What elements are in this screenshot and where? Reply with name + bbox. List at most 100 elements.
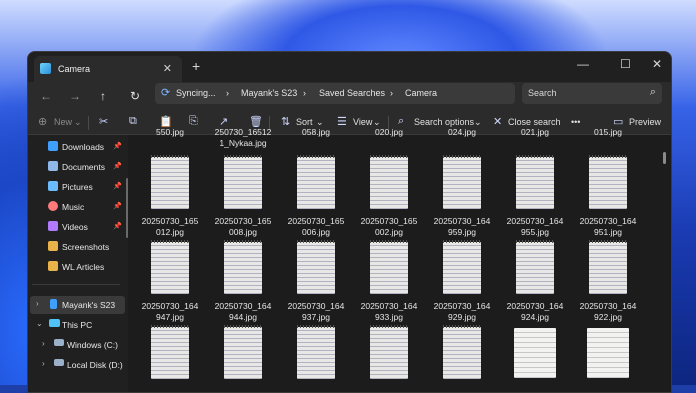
image-thumbnail[interactable] xyxy=(587,240,629,296)
file-name: 20250730_164 933.jpg xyxy=(360,301,418,322)
folder-icon xyxy=(48,241,58,251)
chevron-down-icon: ⌄ xyxy=(74,117,82,127)
close-search-button[interactable]: Close search xyxy=(508,117,561,127)
tab-title: Camera xyxy=(58,64,91,74)
image-thumbnail[interactable] xyxy=(587,155,629,211)
new-button[interactable]: New xyxy=(54,117,72,127)
sidebar-item-label: This PC xyxy=(62,320,93,330)
image-thumbnail[interactable] xyxy=(441,240,483,296)
back-button[interactable]: ← xyxy=(40,89,52,103)
image-thumbnail[interactable] xyxy=(514,155,556,211)
spiral-binding xyxy=(297,325,335,328)
notebook-page-image xyxy=(516,242,554,294)
notebook-page-image xyxy=(224,327,262,379)
notebook-page-image xyxy=(589,157,627,209)
sidebar-item-pictures[interactable]: Pictures 📌 xyxy=(28,178,126,196)
file-name: 021.jpg xyxy=(521,127,549,137)
sidebar-item-downloads[interactable]: Downloads 📌 xyxy=(28,138,126,156)
search-options-button[interactable]: Search options xyxy=(414,117,474,127)
close-tab-icon[interactable]: ✕ xyxy=(163,62,172,75)
image-thumbnail[interactable] xyxy=(368,240,410,296)
notebook-page-image xyxy=(151,157,189,209)
search-box[interactable]: Search ⌕ xyxy=(522,83,662,104)
notebook-page-image xyxy=(151,327,189,379)
chevron-right-icon[interactable]: › xyxy=(42,339,45,348)
new-tab-button[interactable]: + xyxy=(192,58,200,74)
spiral-binding xyxy=(370,325,408,328)
image-thumbnail[interactable] xyxy=(149,325,191,381)
notebook-page-image xyxy=(514,328,556,378)
breadcrumb-separator: › xyxy=(226,88,229,98)
image-thumbnail[interactable] xyxy=(587,325,629,381)
new-plus-icon: ⊕ xyxy=(38,116,48,128)
search-input[interactable]: Search xyxy=(528,88,557,98)
sort-button[interactable]: Sort xyxy=(296,117,313,127)
file-name: 20250730_164 951.jpg xyxy=(579,216,637,237)
image-thumbnail[interactable] xyxy=(514,240,556,296)
sidebar-item-wl-articles[interactable]: WL Articles xyxy=(28,258,126,276)
image-thumbnail[interactable] xyxy=(222,240,264,296)
image-thumbnail[interactable] xyxy=(514,325,556,381)
notebook-page-image xyxy=(297,327,335,379)
sidebar-item-windows-c[interactable]: › Windows (C:) xyxy=(28,336,126,354)
image-thumbnail[interactable] xyxy=(295,325,337,381)
up-button[interactable]: ↑ xyxy=(100,89,106,103)
computer-icon xyxy=(49,319,60,327)
sidebar-item-screenshots[interactable]: Screenshots xyxy=(28,238,126,256)
cut-icon[interactable]: ✂ xyxy=(99,115,108,128)
image-thumbnail[interactable] xyxy=(222,155,264,211)
sidebar-item-mayanks-s23[interactable]: › Mayank's S23 xyxy=(30,296,125,314)
file-name: 20250730_164 944.jpg xyxy=(214,301,272,322)
image-thumbnail[interactable] xyxy=(149,240,191,296)
file-name: 20250730_164 955.jpg xyxy=(506,216,564,237)
file-name: 015.jpg xyxy=(594,127,622,137)
image-thumbnail[interactable] xyxy=(149,155,191,211)
preview-button[interactable]: Preview xyxy=(629,117,661,127)
sidebar-item-this-pc[interactable]: ⌄ This PC xyxy=(28,316,126,334)
view-button[interactable]: View xyxy=(353,117,372,127)
breadcrumb-saved-searches[interactable]: Saved Searches xyxy=(319,88,385,98)
sidebar-item-local-disk-d[interactable]: › Local Disk (D:) xyxy=(28,356,126,374)
notebook-page-image xyxy=(370,157,408,209)
maximize-button[interactable]: ☐ xyxy=(620,57,631,71)
sidebar-item-videos[interactable]: Videos 📌 xyxy=(28,218,126,236)
minimize-button[interactable]: — xyxy=(577,57,589,71)
chevron-down-icon[interactable]: ⌄ xyxy=(36,319,43,328)
file-name: 20250730_164 937.jpg xyxy=(287,301,345,322)
image-thumbnail[interactable] xyxy=(295,155,337,211)
breadcrumb-separator: › xyxy=(390,88,393,98)
more-options-button[interactable]: ••• xyxy=(571,117,580,127)
spiral-binding xyxy=(151,325,189,328)
close-window-button[interactable]: ✕ xyxy=(652,57,662,71)
refresh-button[interactable]: ↻ xyxy=(130,89,140,103)
address-bar[interactable]: ⟳ Syncing... › Mayank's S23 › Saved Sear… xyxy=(155,83,515,104)
image-thumbnail[interactable] xyxy=(295,240,337,296)
image-thumbnail[interactable] xyxy=(441,155,483,211)
sidebar-scrollbar[interactable] xyxy=(126,178,128,238)
image-thumbnail[interactable] xyxy=(368,155,410,211)
breadcrumb-device[interactable]: Mayank's S23 xyxy=(241,88,297,98)
copy-icon[interactable]: ⧉ xyxy=(129,115,137,128)
file-name: 20250730_165 008.jpg xyxy=(214,216,272,237)
command-bar: ⊕ New ⌄ ✂ ⧉ 📋 ⎘ ↗ 🗑 ⇅ Sort ⌄ ☰ View ⌄ ⌕ … xyxy=(28,112,671,135)
chevron-right-icon[interactable]: › xyxy=(42,359,45,368)
image-thumbnail[interactable] xyxy=(222,325,264,381)
file-name: 024.jpg xyxy=(448,127,476,137)
spiral-binding xyxy=(589,240,627,243)
sidebar-item-music[interactable]: Music 📌 xyxy=(28,198,126,216)
tab-camera[interactable]: Camera ✕ xyxy=(34,56,182,82)
notebook-page-image xyxy=(443,242,481,294)
toolbar-divider xyxy=(88,116,89,130)
spiral-binding xyxy=(516,155,554,158)
forward-button[interactable]: → xyxy=(69,89,81,103)
image-thumbnail[interactable] xyxy=(368,325,410,381)
spiral-binding xyxy=(589,155,627,158)
content-scrollbar[interactable] xyxy=(663,152,666,164)
image-thumbnail[interactable] xyxy=(441,325,483,381)
spiral-binding xyxy=(224,325,262,328)
chevron-right-icon[interactable]: › xyxy=(36,299,39,308)
pictures-icon xyxy=(48,181,58,191)
breadcrumb-camera[interactable]: Camera xyxy=(405,88,437,98)
pin-icon: 📌 xyxy=(113,163,122,170)
sidebar-item-documents[interactable]: Documents 📌 xyxy=(28,158,126,176)
